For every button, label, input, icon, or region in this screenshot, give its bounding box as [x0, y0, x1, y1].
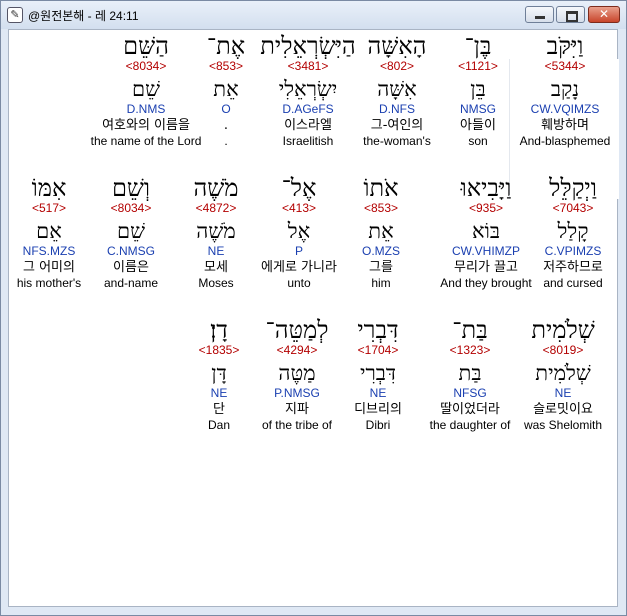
word-card[interactable]: הַשֵּׁם <8034> שֵׁם D.NMS 여호와의 이름을 the name o… — [90, 33, 202, 149]
english-gloss: Dan — [207, 418, 230, 432]
minimize-button[interactable] — [525, 6, 554, 23]
maximize-button[interactable] — [556, 6, 585, 23]
strong-number: <8034> — [125, 59, 167, 73]
hebrew-lemma: בּוֹא — [471, 219, 501, 243]
morphology-code: CW.VHIMZP — [452, 244, 520, 258]
close-button[interactable]: ✕ — [588, 6, 620, 23]
hebrew-word: וַיָּבִיאוּ — [460, 174, 512, 202]
hebrew-word: הַשֵּׁם — [123, 32, 169, 60]
word-card[interactable]: דָן׃ <1835> דָּן NE 단 Dan — [163, 317, 275, 433]
word-card[interactable]: אִמּוֹ <517> אֵם NFS.MZS 그 어미의 his mother's — [0, 175, 105, 291]
minimize-icon — [535, 16, 545, 19]
korean-gloss: 그 어미의 — [23, 260, 75, 275]
window-bottom-border — [1, 607, 626, 615]
english-gloss: the name of the Lord — [90, 134, 202, 148]
hebrew-lemma: דָּן — [211, 361, 227, 385]
close-icon: ✕ — [598, 7, 610, 21]
english-gloss: his mother's — [16, 276, 82, 290]
morphology-code: D.NMS — [126, 102, 166, 116]
strong-number: <1835> — [198, 343, 240, 357]
english-gloss: And they brought — [440, 276, 532, 290]
morphology-code: NE — [210, 386, 228, 400]
title-bar[interactable]: ✎ @원전본해 - 레 24:11 ✕ — [1, 1, 626, 29]
korean-gloss: 무리가 끌고 — [454, 260, 518, 275]
window-title: @원전본해 - 레 24:11 — [28, 9, 139, 23]
bible-window: ✎ @원전본해 - 레 24:11 ✕ וַיִּקֹּב <5344> נָקַב… — [0, 0, 627, 616]
strong-number: <935> — [468, 201, 504, 215]
hebrew-lemma: אֵם — [36, 219, 62, 243]
hebrew-word: אִמּוֹ — [31, 174, 67, 202]
strong-number: <517> — [31, 201, 67, 215]
hebrew-lemma: שֵׁם — [132, 77, 160, 101]
morphology-code: NFS.MZS — [22, 244, 76, 258]
interlinear-panel[interactable]: וַיִּקֹּב <5344> נָקַב CW.VQIMZS 훼방하며 And-bla… — [8, 29, 619, 607]
korean-gloss: 여호와의 이름을 — [102, 118, 190, 133]
korean-gloss: 단 — [213, 402, 225, 417]
word-card[interactable]: וַיָּבִיאוּ <935> בּוֹא CW.VHIMZP 무리가 끌고 And … — [430, 175, 542, 291]
hebrew-word: דָן׃ — [210, 316, 228, 344]
app-pen-icon[interactable]: ✎ — [7, 7, 23, 23]
maximize-icon — [566, 11, 578, 22]
